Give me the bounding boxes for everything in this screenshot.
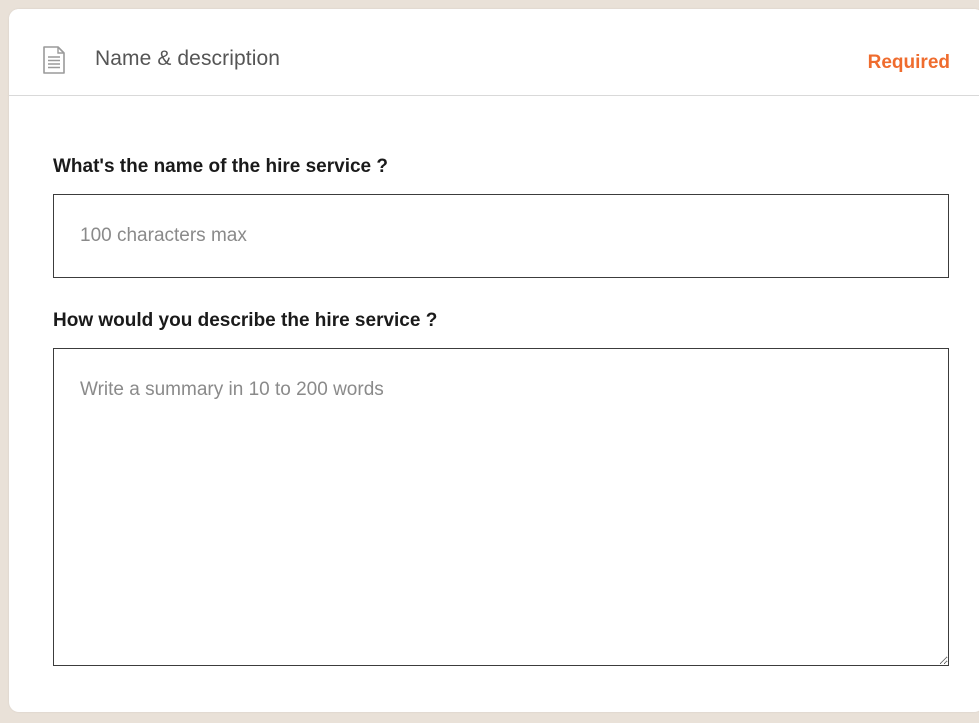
name-question-label: What's the name of the hire service ? bbox=[53, 156, 388, 177]
service-description-textarea[interactable] bbox=[53, 348, 949, 666]
name-description-card: Name & description Required What's the n… bbox=[9, 9, 979, 712]
document-icon bbox=[42, 46, 66, 74]
card-header: Name & description Required bbox=[9, 9, 979, 96]
required-badge: Required bbox=[867, 52, 950, 73]
section-title: Name & description bbox=[95, 47, 281, 70]
service-name-input[interactable] bbox=[53, 194, 949, 278]
description-question-label: How would you describe the hire service … bbox=[53, 310, 438, 331]
